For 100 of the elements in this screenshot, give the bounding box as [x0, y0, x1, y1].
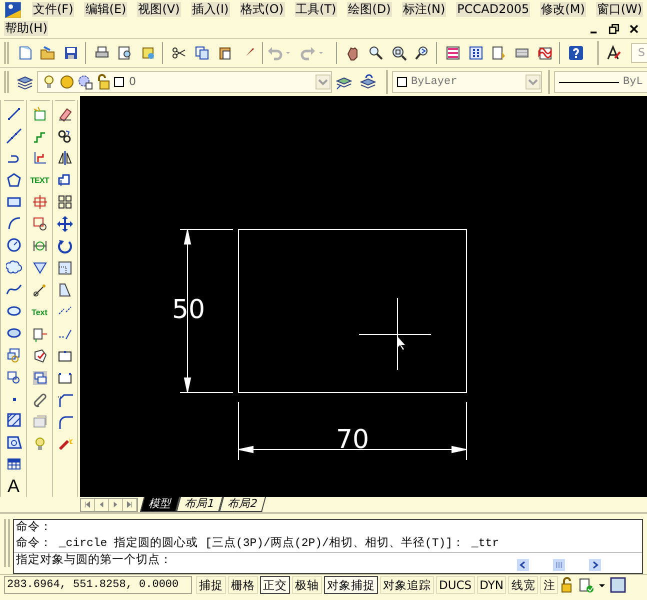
mirror-icon[interactable] [57, 150, 73, 166]
menu-item[interactable]: 编辑(E) [84, 2, 128, 17]
help-icon[interactable] [568, 45, 584, 61]
padlock-icon [95, 74, 111, 90]
region-icon[interactable] [6, 434, 22, 450]
status-toggle-button[interactable]: 捕捉 [196, 576, 226, 594]
dim-break-icon[interactable] [32, 238, 48, 254]
menu-item[interactable]: 文件(F) [32, 2, 74, 17]
dimension-text: 70 [336, 426, 370, 454]
scroll-right-icon[interactable] [588, 559, 602, 571]
previous-icon[interactable] [97, 500, 106, 509]
zoom-window-icon[interactable] [390, 45, 406, 61]
restore-icon[interactable] [607, 22, 621, 36]
layout-tab[interactable]: 布局2 [219, 497, 266, 512]
stretch-icon[interactable] [57, 282, 73, 298]
menu-item[interactable]: 工具(T) [294, 2, 338, 17]
new-file-icon[interactable] [16, 45, 32, 61]
dim-fit-icon[interactable] [32, 326, 48, 342]
layers-icon[interactable] [17, 74, 33, 90]
arc-icon[interactable] [6, 215, 22, 232]
scissors-icon[interactable] [170, 45, 186, 61]
save-icon[interactable] [62, 45, 78, 61]
fillet-icon[interactable] [57, 414, 73, 430]
markup-icon[interactable] [536, 45, 552, 61]
table-icon[interactable] [6, 456, 22, 472]
rotate-icon[interactable] [57, 238, 73, 254]
text-tool-button[interactable]: TEXT [30, 176, 49, 184]
status-toggle-button[interactable]: DUCS [436, 576, 475, 594]
insert-block-icon[interactable] [6, 346, 22, 363]
first-page-icon[interactable] [83, 500, 92, 509]
dim-center-icon[interactable] [32, 194, 48, 210]
menu-item[interactable]: 视图(V) [137, 2, 181, 17]
polygon-icon[interactable] [6, 172, 22, 188]
dim-clip-icon[interactable] [32, 392, 48, 408]
make-block-icon[interactable] [6, 368, 22, 385]
status-toggle-button[interactable]: 对象捕捉 [324, 576, 378, 594]
layer-previous-icon[interactable] [360, 74, 376, 90]
last-page-icon[interactable] [125, 500, 134, 509]
break-icon[interactable] [57, 370, 73, 386]
publish-icon[interactable] [140, 45, 156, 61]
properties-icon[interactable] [444, 45, 460, 61]
layout-tab[interactable]: 布局1 [176, 497, 223, 512]
dim-leader-icon[interactable] [32, 282, 48, 298]
scroll-left-icon[interactable] [516, 559, 530, 571]
explode-icon[interactable] [57, 436, 73, 452]
linetype-dropdown[interactable]: ByL [554, 71, 647, 93]
color-swatch [397, 77, 407, 87]
zoom-icon[interactable] [368, 45, 384, 61]
cloud-icon[interactable] [6, 259, 22, 276]
line-icon[interactable] [6, 106, 22, 122]
status-toggle-button[interactable]: 栅格 [228, 576, 258, 594]
copy-object-icon[interactable] [57, 128, 73, 144]
break-at-point-icon[interactable] [57, 348, 73, 364]
menu-item[interactable]: 插入(I) [190, 2, 230, 17]
toolbar-grip[interactable] [4, 71, 9, 93]
offset-icon[interactable] [57, 172, 73, 188]
color-dropdown[interactable]: ByLayer [392, 71, 542, 93]
move-icon[interactable] [57, 216, 73, 232]
construction-line-icon[interactable] [6, 128, 22, 144]
status-toggle-button[interactable]: 正交 [260, 576, 290, 594]
circle-icon[interactable] [6, 237, 22, 254]
dim-baseline-icon[interactable] [32, 150, 48, 166]
dim-new-icon[interactable] [32, 106, 48, 122]
hatch-icon[interactable] [6, 412, 22, 428]
text-tool-button[interactable]: A [7, 476, 20, 496]
open-folder-icon[interactable] [40, 45, 56, 61]
clean-screen-icon[interactable] [610, 577, 626, 593]
eraser-icon[interactable] [57, 106, 73, 122]
scale-icon[interactable] [57, 260, 73, 276]
status-toggle-button[interactable]: 极轴 [292, 576, 322, 594]
layer-dropdown[interactable]: 0 [37, 71, 332, 93]
toolbar-grip[interactable] [4, 42, 9, 64]
copy-icon[interactable] [194, 45, 210, 61]
status-toggle-button[interactable]: 对象追踪 [380, 576, 434, 594]
menu-item[interactable]: PCCAD2005 [456, 2, 530, 17]
app-icon[interactable] [4, 0, 22, 18]
menu-item[interactable]: 格式(O) [240, 2, 285, 17]
preview-icon[interactable] [116, 45, 132, 61]
layout-tab[interactable]: 模型 [140, 497, 180, 512]
menu-item[interactable]: 帮助(H) [4, 21, 48, 36]
dim-jog-icon[interactable] [32, 260, 48, 276]
array-icon[interactable] [57, 194, 73, 210]
status-toggle-button[interactable]: 线宽 [508, 576, 538, 594]
status-toggle-button[interactable]: DYN [476, 576, 506, 594]
layer-color-swatch [114, 77, 124, 87]
paste-icon[interactable] [216, 45, 232, 61]
text-style-icon[interactable] [606, 45, 622, 61]
dim-check-icon[interactable] [32, 348, 48, 364]
text-tool-button[interactable]: Text [32, 308, 48, 316]
menu-item[interactable]: 标注(N) [402, 2, 446, 17]
dim-block-icon[interactable] [32, 370, 48, 386]
next-icon[interactable] [111, 500, 120, 509]
menu-item[interactable]: 窗口(W) [596, 2, 644, 17]
menu-item[interactable]: 绘图(D) [347, 2, 392, 17]
menu-item[interactable]: 修改(M) [540, 2, 586, 17]
status-toggle-button[interactable]: 注 [540, 576, 558, 594]
dim-tolerance-icon[interactable] [32, 216, 48, 232]
chamfer-icon[interactable] [57, 392, 73, 408]
design-center-icon[interactable] [468, 45, 484, 61]
zoom-previous-icon[interactable] [414, 45, 430, 61]
